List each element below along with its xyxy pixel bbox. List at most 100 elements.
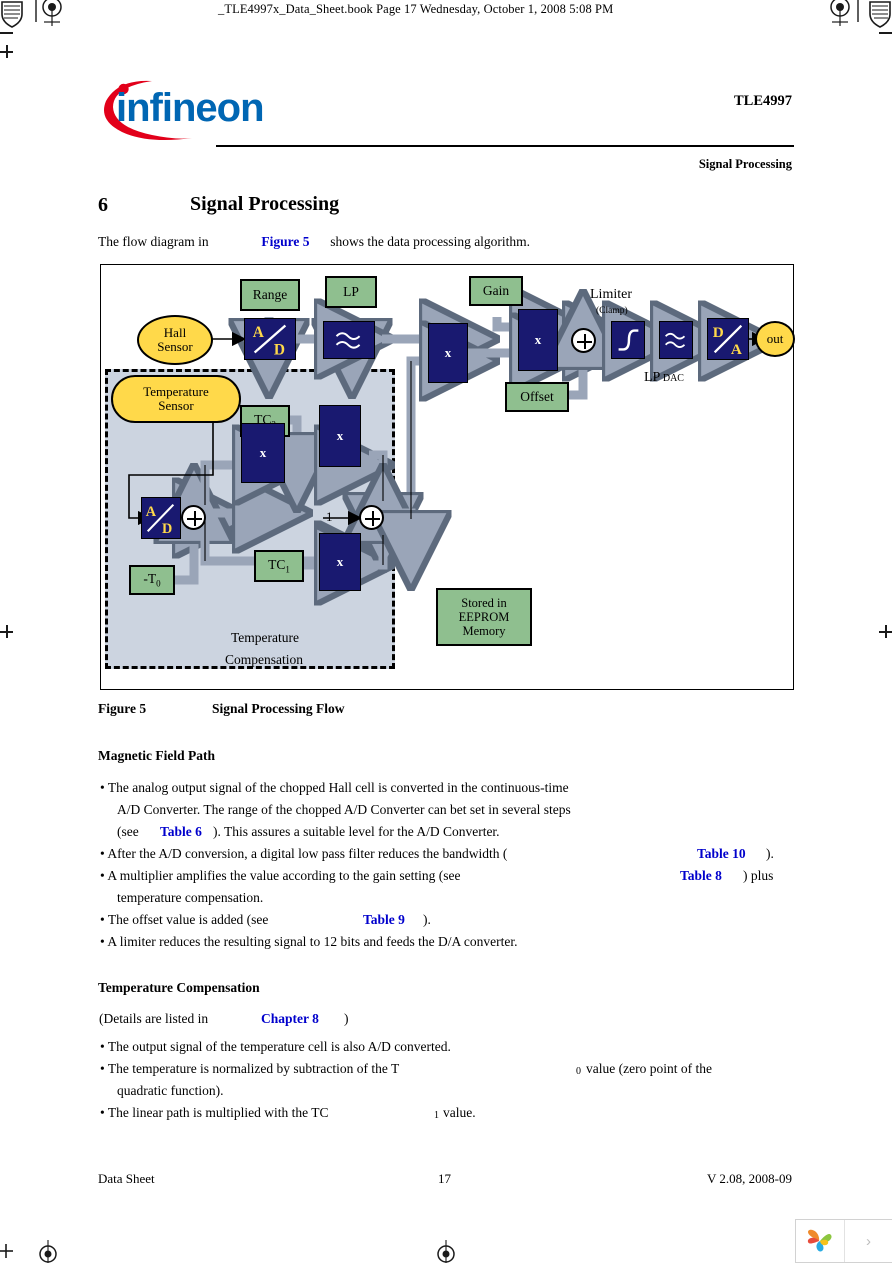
multiplier-gain-block: x bbox=[428, 323, 468, 383]
crop-tick-right-upper bbox=[879, 32, 892, 34]
gain-param-box: Gain bbox=[469, 276, 523, 306]
section-number: 6 bbox=[98, 194, 108, 216]
temperature-compensation-line-8: • The linear path is multiplied with the… bbox=[100, 1105, 329, 1120]
crop-mark-shield-right-icon bbox=[830, 0, 891, 28]
minus-t0-box: -T0 bbox=[129, 565, 175, 595]
magnetic-field-path-link-13[interactable]: Table 9 bbox=[363, 912, 405, 928]
constant-one-label: 1 bbox=[326, 509, 333, 524]
footer-page-number: 17 bbox=[438, 1171, 451, 1186]
footer-left: Data Sheet bbox=[98, 1171, 155, 1186]
tc-region-label-2: Compensation bbox=[225, 652, 303, 667]
magnetic-field-path-line-14: ). bbox=[423, 912, 431, 927]
lowpass-output-glyph-icon bbox=[665, 332, 686, 348]
temp-sensor-line-2: Sensor bbox=[158, 398, 194, 413]
hall-sensor-node: Hall Sensor bbox=[137, 315, 213, 365]
crop-tick-right-middle bbox=[879, 625, 892, 638]
figure-caption-text: Signal Processing Flow bbox=[212, 701, 345, 716]
section-title: Signal Processing bbox=[190, 193, 340, 215]
lowpass-filter-glyph-icon bbox=[335, 332, 361, 349]
svg-text:infineon: infineon bbox=[116, 86, 264, 130]
pinwheel-logo-icon[interactable] bbox=[796, 1220, 845, 1262]
multiplier-gain-block-2: x bbox=[518, 309, 558, 371]
temperature-compensation-line-9: 1 bbox=[434, 1110, 439, 1121]
magnetic-field-path-line-0: • The analog output signal of the choppe… bbox=[100, 780, 569, 795]
tc1-label: TC1 bbox=[268, 557, 290, 575]
limiter-title-label: Limiter bbox=[590, 287, 632, 302]
temperature-compensation-line-2: ) bbox=[344, 1011, 349, 1026]
temperature-compensation-heading: Temperature Compensation bbox=[98, 980, 260, 995]
infineon-swoosh-logo-icon: infineon bbox=[104, 80, 265, 140]
svg-text:A: A bbox=[253, 324, 264, 341]
temp-sensor-line-1: Temperature bbox=[143, 384, 209, 400]
output-node: out bbox=[755, 321, 795, 357]
svg-text:A: A bbox=[731, 341, 742, 358]
ad-converter-temperature: A D bbox=[141, 497, 181, 539]
hall-sensor-line-2: Sensor bbox=[157, 339, 193, 354]
magnetic-field-path-line-7: ). bbox=[766, 846, 774, 861]
multiplier-square-label: x bbox=[259, 445, 267, 460]
intro-paragraph: The flow diagram in Figure 5 shows the d… bbox=[98, 234, 530, 250]
svg-text:A: A bbox=[146, 504, 157, 520]
temperature-compensation-line-3: • The output signal of the temperature c… bbox=[100, 1039, 451, 1054]
minus-t0-label: -T0 bbox=[143, 571, 161, 589]
page-header-text: _TLE4997x_Data_Sheet.book Page 17 Wednes… bbox=[218, 2, 614, 16]
running-head: Signal Processing bbox=[698, 157, 792, 171]
limiter-clamp-label: (Clamp) bbox=[596, 306, 628, 316]
magnetic-field-path-line-4: ). This assures a suitable level for the… bbox=[213, 824, 500, 839]
summing-node-temp-2 bbox=[359, 505, 384, 530]
tc1-param-box: TC1 bbox=[254, 550, 304, 582]
temperature-compensation-line-10: value. bbox=[443, 1105, 476, 1120]
gain-label: Gain bbox=[482, 283, 510, 299]
limiter-scurve-glyph-icon bbox=[618, 329, 639, 351]
footer-version: V 2.08, 2008-09 bbox=[707, 1171, 792, 1186]
temperature-compensation-line-0: (Details are listed in bbox=[99, 1011, 209, 1026]
magnetic-field-path-link-9[interactable]: Table 8 bbox=[680, 868, 722, 884]
multiplier-tc1-label: x bbox=[336, 554, 344, 569]
crop-tick-left-mid bbox=[0, 45, 13, 58]
da-converter-block: D A bbox=[707, 318, 749, 360]
part-number-header: TLE4997 bbox=[733, 93, 792, 109]
magnetic-field-path-line-10: ) plus bbox=[743, 868, 774, 883]
intro-text-after: shows the data processing algorithm. bbox=[330, 234, 531, 249]
registration-marks-top-right bbox=[822, 0, 892, 60]
offset-param-box: Offset bbox=[505, 382, 569, 412]
overlay-widget[interactable]: › bbox=[795, 1219, 892, 1263]
chevron-right-icon[interactable]: › bbox=[845, 1220, 892, 1262]
temperature-sensor-node: Temperature Sensor bbox=[111, 375, 241, 423]
summing-node-offset bbox=[571, 328, 596, 353]
offset-label: Offset bbox=[520, 389, 554, 405]
temperature-compensation-line-4: • The temperature is normalized by subtr… bbox=[100, 1061, 400, 1076]
svg-text:D: D bbox=[274, 341, 285, 358]
magnetic-field-path-link-6[interactable]: Table 10 bbox=[697, 846, 746, 862]
multiplier-2-label: x bbox=[534, 332, 542, 347]
eeprom-box: Stored in EEPROM Memory bbox=[436, 588, 532, 646]
lp-filter-block bbox=[323, 321, 375, 359]
svg-text:D: D bbox=[162, 521, 172, 537]
tc-region-label-1: Temperature bbox=[231, 630, 300, 645]
ad-converter-temp-glyph-icon: A D bbox=[146, 503, 175, 537]
summing-node-temp bbox=[181, 505, 206, 530]
svg-text:D: D bbox=[713, 324, 724, 341]
lp-dac-label: LP DAC bbox=[644, 370, 684, 385]
figure-5-frame: Range LP Gain Offset TC2 TC1 -T0 Stored … bbox=[100, 264, 795, 690]
multiplier-tc2-block: x bbox=[319, 405, 361, 467]
figure-5-link[interactable]: Figure 5 bbox=[261, 234, 309, 249]
range-param-box: Range bbox=[240, 279, 300, 311]
pinwheel-petals-icon bbox=[807, 1229, 832, 1252]
magnetic-field-path-link-3[interactable]: Table 6 bbox=[160, 824, 202, 840]
temperature-compensation-link-1[interactable]: Chapter 8 bbox=[261, 1011, 319, 1027]
registration-marks-bottom bbox=[0, 1240, 892, 1263]
magnetic-field-path-heading: Magnetic Field Path bbox=[98, 748, 215, 763]
eeprom-line-2: EEPROM bbox=[458, 610, 510, 624]
out-label: out bbox=[766, 331, 784, 347]
lp-param-box: LP bbox=[325, 276, 377, 308]
ad-converter-glyph-icon: A D bbox=[253, 324, 287, 358]
header-rule bbox=[216, 145, 794, 147]
magnetic-field-path-line-11: temperature compensation. bbox=[117, 890, 264, 905]
temperature-compensation-line-6: value (zero point of the bbox=[586, 1061, 712, 1076]
lp-output-filter-block bbox=[659, 321, 693, 359]
eeprom-line-1: Stored in bbox=[461, 596, 507, 610]
range-label: Range bbox=[252, 287, 288, 303]
magnetic-field-path-line-15: • A limiter reduces the resulting signal… bbox=[100, 934, 518, 949]
temperature-compensation-line-5: 0 bbox=[576, 1066, 581, 1077]
